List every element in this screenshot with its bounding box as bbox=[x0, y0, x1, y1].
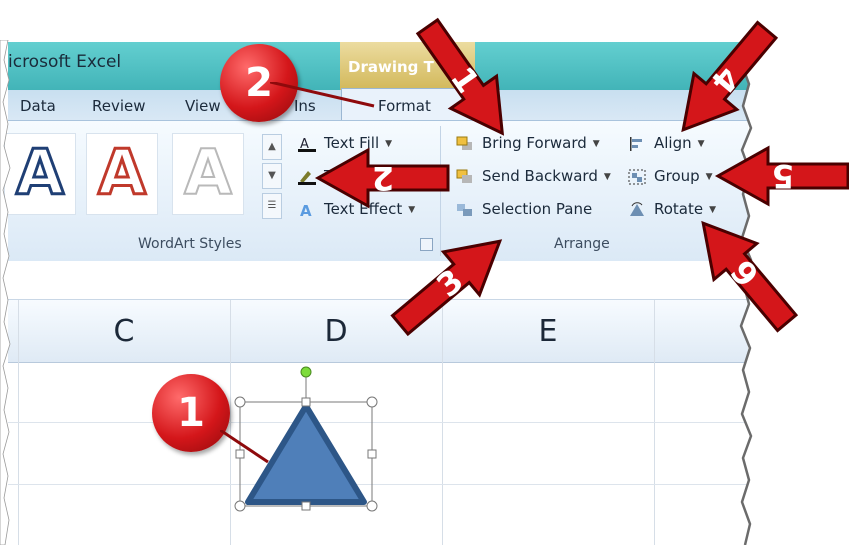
selection-pane-icon bbox=[457, 203, 472, 216]
selection-pane-label: Selection Pane bbox=[482, 200, 593, 218]
resize-handle[interactable] bbox=[234, 396, 246, 408]
dialog-launcher-icon[interactable] bbox=[420, 238, 433, 251]
send-backward-icon bbox=[456, 169, 472, 183]
arrow-number: 2 bbox=[371, 159, 395, 197]
wordart-style-blue[interactable]: A bbox=[4, 133, 76, 215]
resize-handle[interactable] bbox=[367, 449, 377, 459]
callout-number: 1 bbox=[177, 390, 205, 436]
tab-format[interactable]: Format bbox=[378, 97, 431, 115]
resize-handle[interactable] bbox=[366, 396, 378, 408]
arrow-2: 2 bbox=[314, 147, 450, 209]
tab-data[interactable]: Data bbox=[20, 97, 56, 115]
group-icon bbox=[628, 169, 646, 184]
rotation-handle[interactable] bbox=[300, 366, 312, 378]
resize-handle[interactable] bbox=[301, 501, 311, 511]
wordart-style-red[interactable]: A bbox=[86, 133, 158, 215]
align-icon bbox=[630, 136, 642, 151]
send-backward-label: Send Backward bbox=[482, 167, 598, 185]
wordart-glyph: A bbox=[15, 136, 66, 209]
group-label: Group bbox=[654, 167, 700, 185]
group-button[interactable]: Group ▼ bbox=[628, 167, 713, 185]
chevron-down-icon: ▼ bbox=[603, 171, 611, 182]
text-outline-icon bbox=[298, 170, 316, 185]
tab-review[interactable]: Review bbox=[92, 97, 146, 115]
arrow-number: 5 bbox=[771, 157, 795, 195]
chevron-down-icon: ▼ bbox=[592, 138, 600, 149]
wordart-style-gray[interactable]: A bbox=[172, 133, 244, 215]
formula-area bbox=[8, 261, 748, 300]
gallery-scroll-down-button[interactable]: ▼ bbox=[262, 163, 282, 189]
chevron-down-icon: ▼ bbox=[705, 171, 713, 182]
align-label: Align bbox=[654, 134, 692, 152]
arrange-group-label: Arrange bbox=[554, 236, 610, 252]
resize-handle[interactable] bbox=[301, 397, 311, 407]
column-header-c[interactable]: C bbox=[18, 300, 230, 362]
wordart-glyph: A bbox=[97, 136, 148, 209]
callout-pointer bbox=[220, 430, 269, 464]
svg-text:A: A bbox=[300, 202, 312, 218]
selection-pane-button[interactable]: Selection Pane bbox=[456, 200, 592, 218]
text-fill-icon: A bbox=[298, 137, 316, 152]
column-header-e[interactable]: E bbox=[442, 300, 654, 362]
gallery-scroll-up-button[interactable]: ▲ bbox=[262, 134, 282, 160]
send-backward-button[interactable]: Send Backward ▼ bbox=[456, 167, 611, 185]
torn-edge-left bbox=[0, 40, 11, 545]
callout-pointer bbox=[270, 82, 375, 108]
resize-handle[interactable] bbox=[366, 500, 378, 512]
tutorial-screenshot: { "window": { "title": "icrosoft Excel",… bbox=[0, 0, 849, 545]
text-effects-icon: A bbox=[300, 202, 312, 218]
resize-handle[interactable] bbox=[234, 500, 246, 512]
tab-view[interactable]: View bbox=[185, 97, 221, 115]
wordart-styles-group-label: WordArt Styles bbox=[138, 236, 242, 252]
gallery-more-button[interactable]: ☰ bbox=[262, 193, 282, 219]
arrow-5: 5 bbox=[714, 145, 849, 207]
bring-forward-label: Bring Forward bbox=[482, 134, 587, 152]
chevron-down-icon: ▼ bbox=[385, 138, 393, 149]
rotate-button[interactable]: Rotate ▼ bbox=[628, 200, 716, 218]
chevron-down-icon: ▼ bbox=[408, 204, 416, 215]
rotate-label: Rotate bbox=[654, 200, 704, 218]
callout-badge-1: 1 bbox=[152, 374, 230, 452]
wordart-glyph: A bbox=[183, 136, 233, 209]
rotate-icon bbox=[630, 201, 644, 216]
app-title: icrosoft Excel bbox=[8, 52, 122, 72]
